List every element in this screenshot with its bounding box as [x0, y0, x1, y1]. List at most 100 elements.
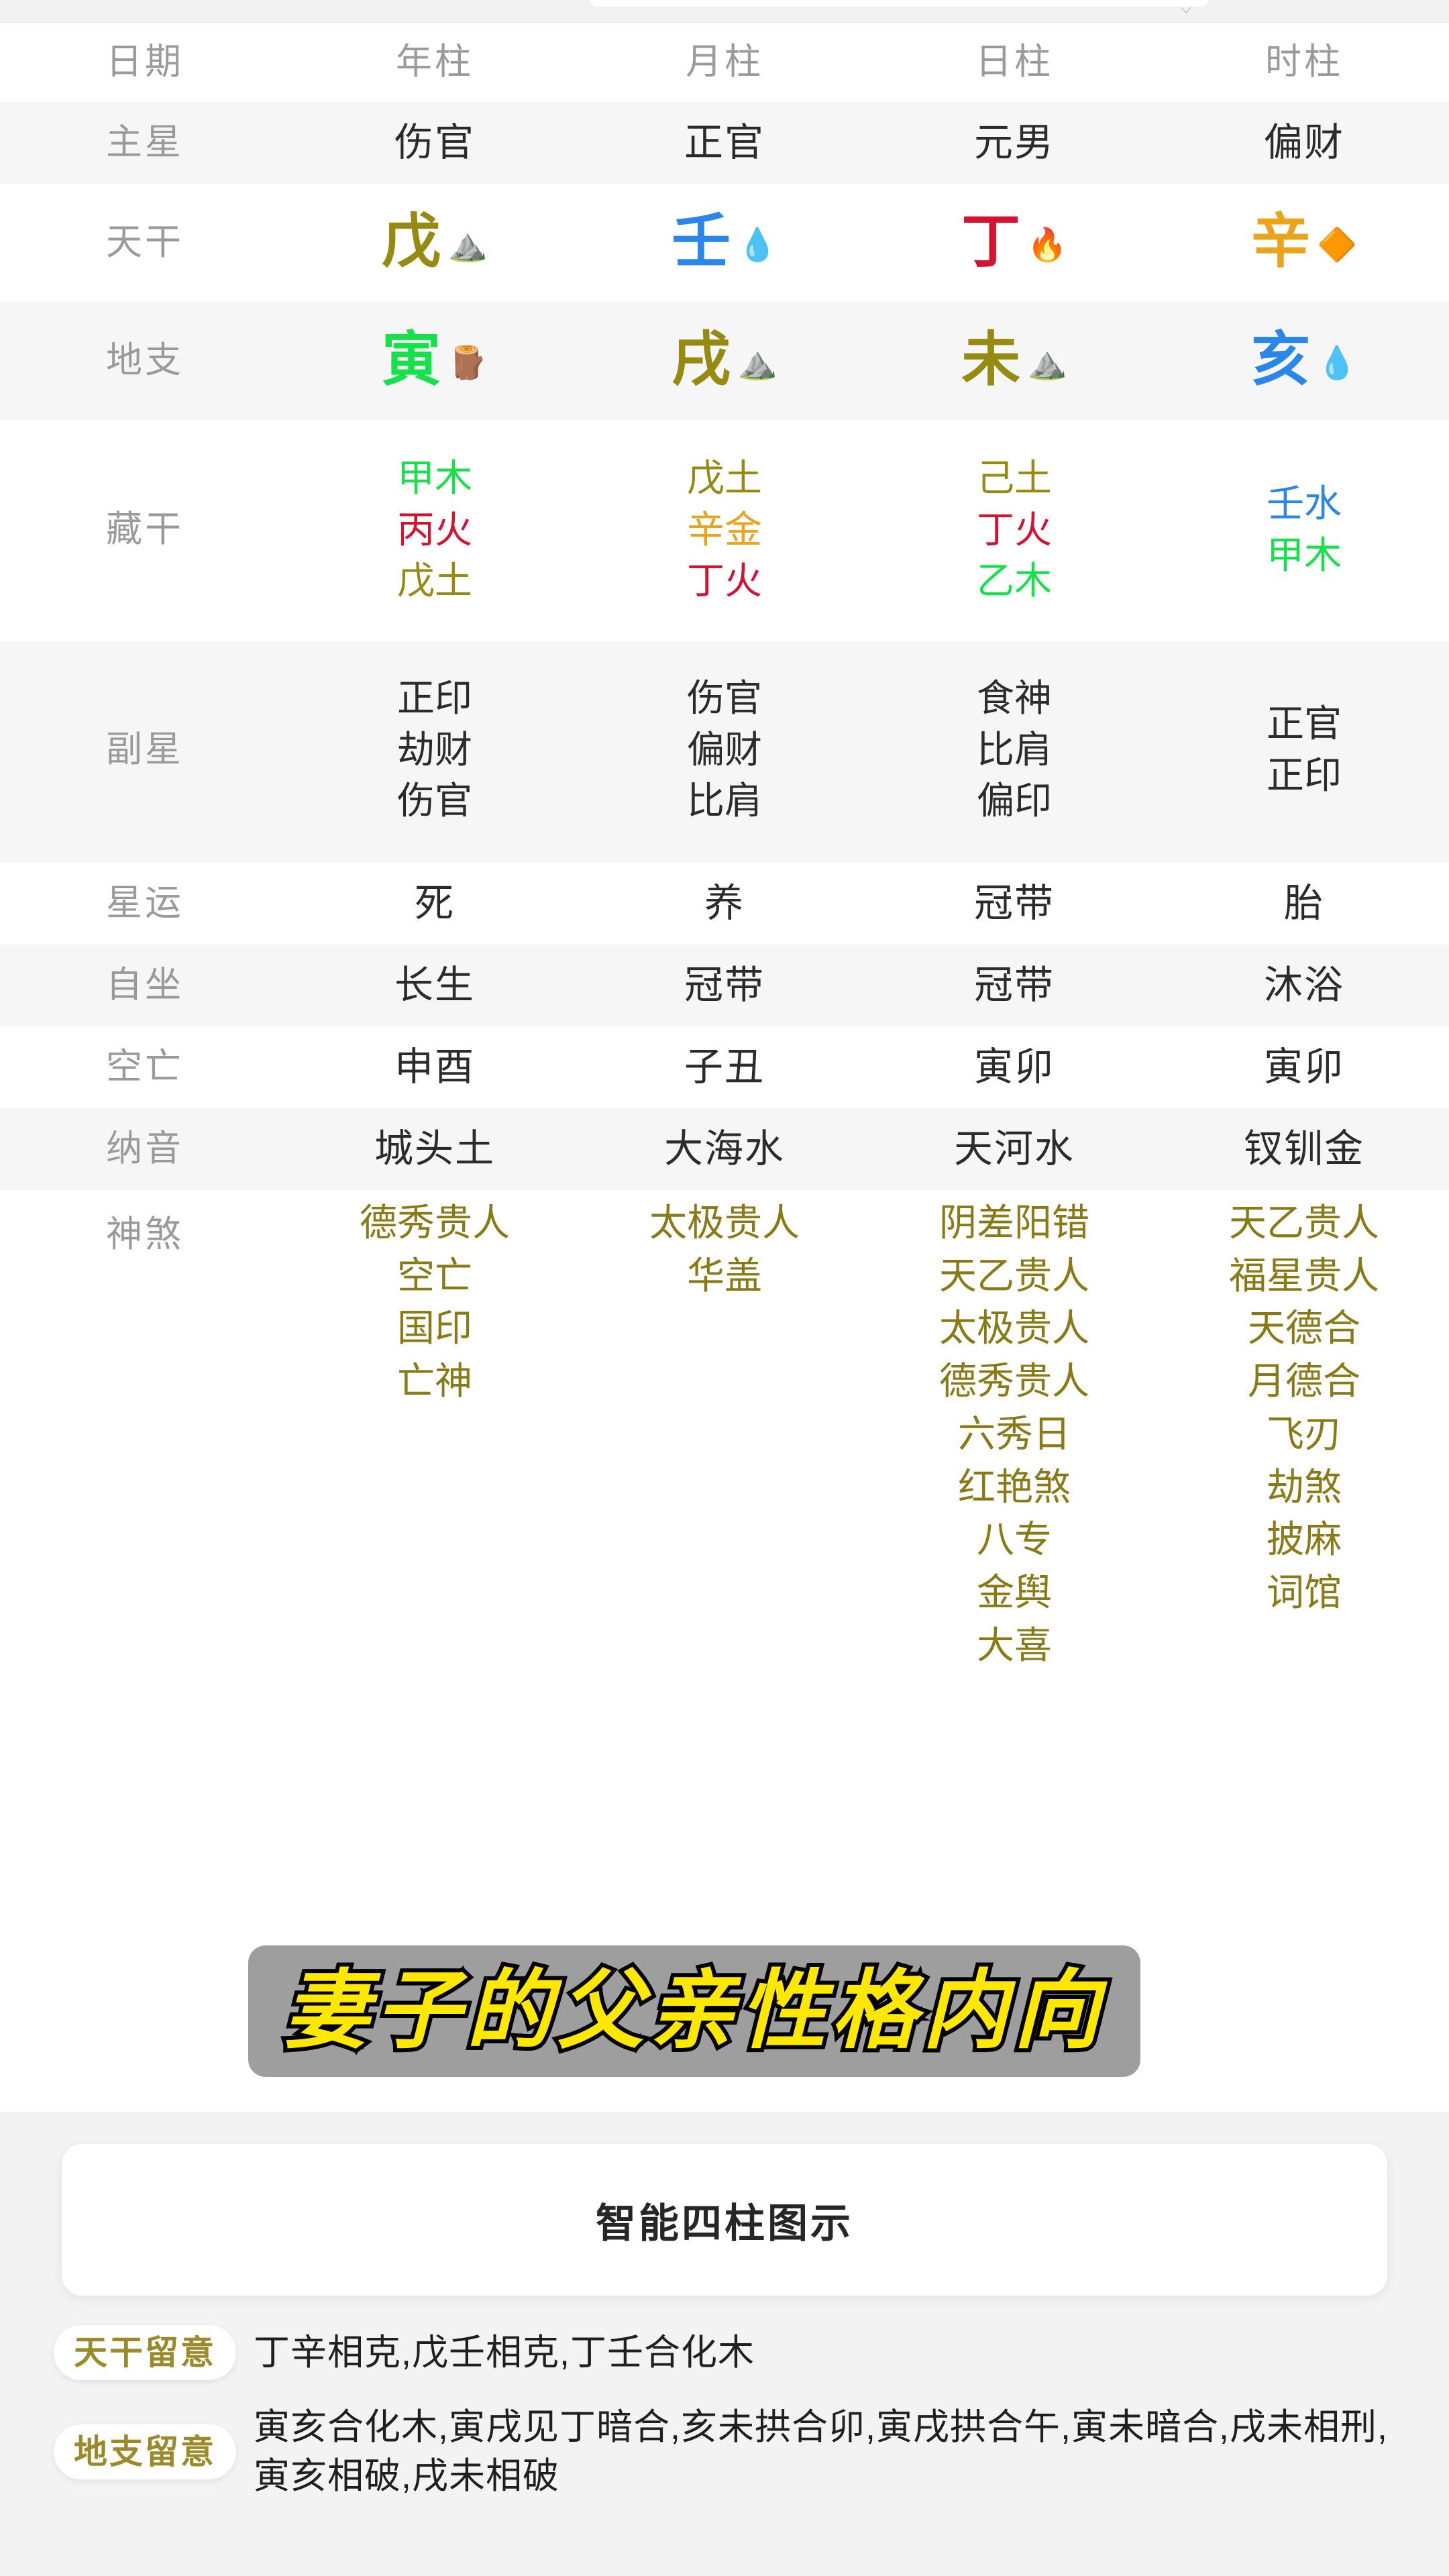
bazi-chart-screen: 日期 年柱 月柱 日柱 时柱 主星 伤官 正官 元男 偏财 天干 戊 ⛰️ 壬 💧 …: [0, 0, 1449, 2576]
shensha-year: 德秀贵人 空亡 国印 亡神: [290, 1201, 580, 1403]
mountain-icon: ⛰️: [737, 345, 777, 381]
smart-chart-button[interactable]: 智能四柱图示: [62, 2144, 1387, 2296]
four-pillars-table: 日期 年柱 月柱 日柱 时柱 主星 伤官 正官 元男 偏财 天干 戊 ⛰️ 壬 💧 …: [0, 23, 1449, 1827]
shensha-hour: 天乙贵人 福星贵人 天德合 月德合 飞刃 劫煞 披麻 词馆: [1159, 1201, 1449, 1614]
shensha-day: 阴差阳错 天乙贵人 太极贵人 德秀贵人 六秀日 红艳煞 八专 金舆 大喜: [869, 1201, 1159, 1666]
row-label-zizuo: 自坐: [106, 965, 184, 1006]
gan-zhi-char: 壬: [672, 210, 731, 275]
hidden-stem-line: 戊土: [687, 456, 762, 499]
header-col-year: 年柱: [396, 42, 474, 83]
table-row-xingyun: 星运 死 养 冠带 胎: [0, 863, 1449, 945]
note-text-tiangan: 丁辛相克,戊壬相克,丁壬合化木: [254, 2332, 755, 2373]
hidden-stem-line: 辛金: [687, 508, 762, 551]
kongwang-hour: 寅卯: [1263, 1044, 1344, 1089]
stack-line: 华盖: [687, 1254, 762, 1297]
stack-line: 金舆: [977, 1571, 1052, 1614]
wood-log-icon: 🪵: [447, 345, 488, 381]
row-label-dizhi: 地支: [106, 340, 184, 381]
chip-dizhi-note: 地支留意: [54, 2424, 236, 2479]
stack-line: 天乙贵人: [1229, 1201, 1379, 1244]
fuxing-year: 正印 劫财 伤官: [290, 676, 580, 822]
zizuo-hour: 沐浴: [1263, 963, 1344, 1007]
note-row-dizhi: 地支留意 寅亥合化木,寅戌见丁暗合,亥未拱合卯,寅戌拱合午,寅未暗合,戌未相刑,…: [54, 2403, 1395, 2501]
zizuo-day: 冠带: [973, 963, 1055, 1007]
row-label-nayin: 纳音: [106, 1128, 184, 1169]
table-row-zhuxing: 主星 伤官 正官 元男 偏财: [0, 102, 1449, 184]
row-label-tiangan: 天干: [106, 222, 184, 263]
stack-line: 比肩: [977, 728, 1052, 771]
zhuxing-month: 正官: [684, 120, 765, 164]
notes-section: 天干留意 丁辛相克,戊壬相克,丁壬合化木 地支留意 寅亥合化木,寅戌见丁暗合,亥…: [0, 2325, 1449, 2501]
nayin-day: 天河水: [953, 1126, 1075, 1171]
zhuxing-hour: 偏财: [1263, 120, 1344, 164]
hidden-stem-line: 壬水: [1267, 482, 1342, 525]
gan-zhi-char: 戌: [672, 328, 731, 393]
top-strip: [0, 0, 1449, 23]
note-row-tiangan: 天干留意 丁辛相克,戊壬相克,丁壬合化木: [54, 2325, 1395, 2380]
table-row-canggan: 藏干 甲木 丙火 戊土 戊土 辛金 丁火 己土 丁火 乙木 壬水 甲木: [0, 420, 1449, 641]
tiangan-hour: 辛 🔶: [1159, 213, 1449, 272]
fuxing-day: 食神 比肩 偏印: [869, 676, 1159, 822]
stack-line: 偏财: [687, 728, 762, 771]
xingyun-day: 冠带: [973, 881, 1055, 925]
dizhi-hour: 亥 💧: [1159, 331, 1449, 390]
smart-chart-label: 智能四柱图示: [596, 2200, 853, 2246]
stack-line: 食神: [977, 676, 1052, 719]
stack-line: 劫煞: [1267, 1465, 1342, 1508]
row-label-canggan: 藏干: [106, 509, 184, 550]
stack-line: 亡神: [397, 1360, 472, 1403]
hidden-stem-line: 丁火: [977, 508, 1052, 551]
tiangan-month: 壬 💧: [580, 213, 869, 272]
hidden-stem-line: 甲木: [1267, 534, 1342, 576]
fuxing-hour: 正官 正印: [1159, 703, 1449, 796]
canggan-year: 甲木 丙火 戊土: [290, 456, 580, 602]
stack-line: 披麻: [1267, 1518, 1342, 1561]
shensha-month: 太极贵人 华盖: [580, 1201, 869, 1297]
canggan-month: 戊土 辛金 丁火: [580, 456, 869, 602]
dizhi-day: 未 ⛰️: [869, 331, 1159, 390]
canggan-hour: 壬水 甲木: [1159, 483, 1449, 576]
gan-zhi-char: 亥: [1251, 328, 1311, 393]
stack-line: 八专: [977, 1518, 1052, 1561]
stack-line: 比肩: [687, 780, 762, 822]
dizhi-year: 寅 🪵: [290, 331, 580, 390]
table-header-row: 日期 年柱 月柱 日柱 时柱: [0, 23, 1449, 102]
stack-line: 大喜: [977, 1623, 1052, 1666]
chip-tiangan-note: 天干留意: [54, 2325, 236, 2380]
stack-line: 太极贵人: [649, 1201, 800, 1244]
zizuo-month: 冠带: [684, 963, 765, 1007]
row-label-zhuxing: 主星: [106, 122, 184, 163]
fire-icon: 🔥: [1027, 227, 1067, 263]
stack-line: 阴差阳错: [939, 1201, 1089, 1244]
hidden-stem-line: 丁火: [687, 559, 762, 602]
nayin-year: 城头土: [374, 1126, 495, 1171]
stack-line: 红艳煞: [958, 1465, 1071, 1508]
mountain-icon: ⛰️: [447, 227, 488, 263]
hidden-stem-line: 丙火: [397, 508, 472, 551]
gan-zhi-char: 戊: [382, 210, 441, 275]
stack-line: 偏印: [977, 780, 1052, 822]
stack-line: 正印: [397, 676, 472, 719]
chevron-down-icon[interactable]: [1177, 1, 1195, 19]
stack-line: 劫财: [397, 728, 472, 771]
hidden-stem-line: 己土: [977, 456, 1052, 499]
kongwang-day: 寅卯: [973, 1044, 1055, 1089]
tiangan-year: 戊 ⛰️: [290, 213, 580, 272]
nayin-month: 大海水: [663, 1126, 785, 1171]
hidden-stem-line: 甲木: [397, 456, 472, 499]
row-label-fuxing: 副星: [106, 729, 184, 770]
dizhi-month: 戌 ⛰️: [580, 331, 869, 390]
gan-zhi-char: 未: [961, 328, 1021, 393]
hidden-stem-line: 乙木: [977, 559, 1052, 602]
header-col-month: 月柱: [686, 42, 763, 83]
subtitle-overlay: 妻子的父亲性格内向: [248, 1945, 1140, 2077]
table-row-dizhi: 地支 寅 🪵 戌 ⛰️ 未 ⛰️ 亥 💧: [0, 302, 1449, 420]
stack-line: 词馆: [1267, 1571, 1342, 1614]
kongwang-year: 申酉: [394, 1044, 475, 1089]
droplet-icon: 💧: [737, 227, 777, 263]
subtitle-text: 妻子的父亲性格内向: [280, 1964, 1105, 2059]
table-row-tiangan: 天干 戊 ⛰️ 壬 💧 丁 🔥 辛 🔶: [0, 184, 1449, 302]
xingyun-year: 死: [414, 881, 455, 925]
diamond-icon: 🔶: [1317, 227, 1357, 263]
kongwang-month: 子丑: [684, 1044, 765, 1089]
